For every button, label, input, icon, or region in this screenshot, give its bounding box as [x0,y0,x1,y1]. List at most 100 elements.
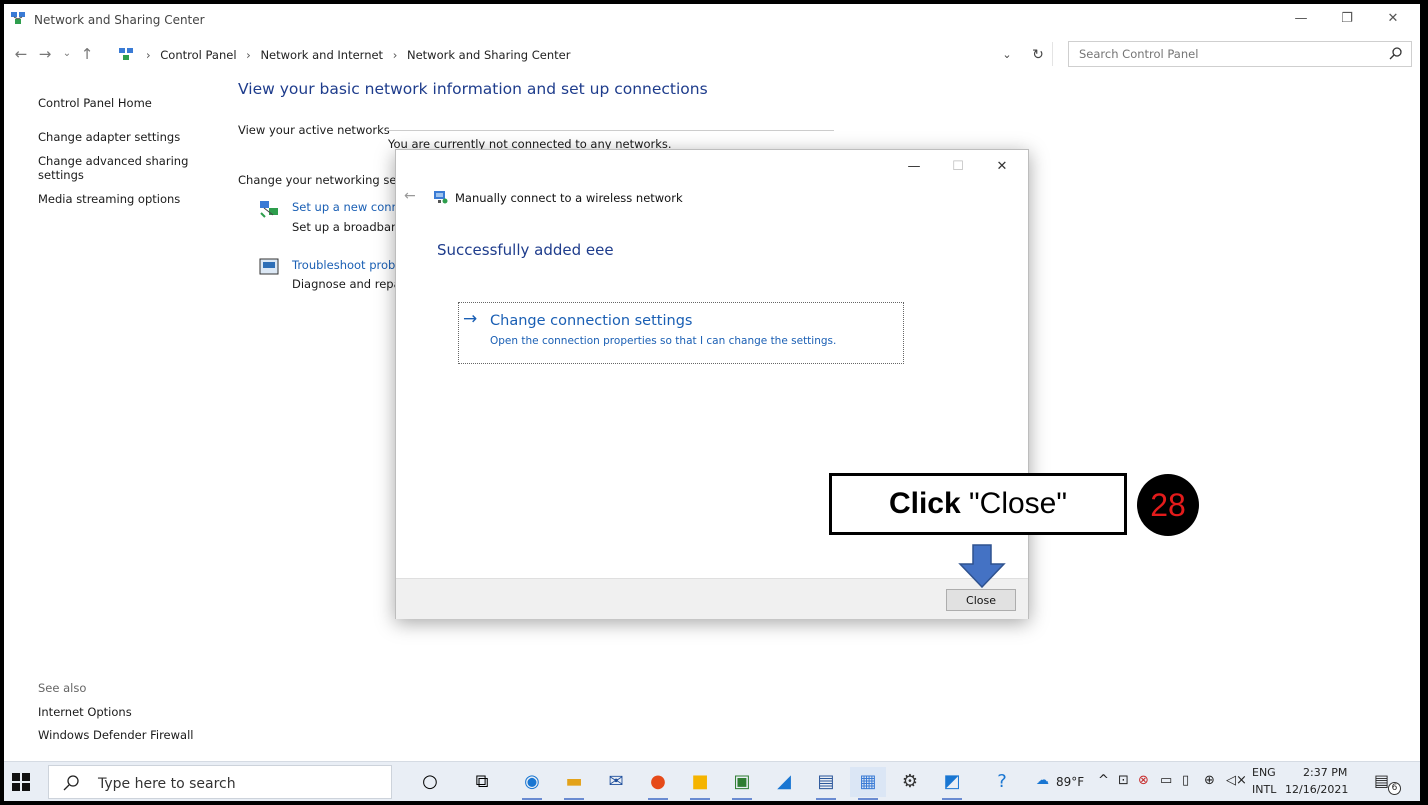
breadcrumb-separator-icon: › [246,48,251,62]
back-arrow-icon[interactable]: ← [12,44,30,64]
troubleshoot-icon [259,258,279,275]
volume-muted-icon[interactable]: ◁× [1226,773,1247,788]
word-icon[interactable]: ▤ [808,767,844,800]
page-title: View your basic network information and … [238,80,708,98]
network-center-icon [11,12,25,24]
dialog-close-x-button[interactable]: ✕ [980,154,1024,180]
display-icon[interactable]: ▭ [1160,773,1172,788]
restore-button[interactable]: ❐ [1324,4,1370,34]
dialog-title: Manually connect to a wireless network [455,191,683,205]
troubleshoot-problems-desc: Diagnose and repa [292,277,401,291]
mail-icon[interactable]: ✉ [598,767,634,797]
settings-gear-icon[interactable]: ⚙ [892,767,928,797]
close-button[interactable]: Close [946,589,1016,611]
windows-defender-firewall-link[interactable]: Windows Defender Firewall [38,728,193,742]
breadcrumb-separator-icon: › [146,48,151,62]
running-indicator [690,798,710,800]
address-dropdown-icon[interactable]: ⌄ [998,46,1016,64]
running-indicator [732,798,752,800]
weather-icon[interactable]: ☁ [1036,773,1049,788]
battery-icon[interactable]: ▯ [1182,773,1189,788]
breadcrumb-network-and-internet[interactable]: Network and Internet [260,48,383,62]
dialog-back-arrow-icon[interactable]: ← [404,188,416,204]
refresh-icon[interactable]: ↻ [1028,46,1048,64]
search-icon [63,775,79,791]
sublime-text-icon[interactable]: ■ [682,767,718,800]
running-indicator [858,798,878,800]
photos-icon[interactable]: ◩ [934,767,970,800]
edge-icon[interactable]: ◉ [514,767,550,800]
taskbar-search-box[interactable]: Type here to search [48,765,392,799]
breadcrumb: › Control Panel › Network and Internet ›… [140,48,570,62]
notification-center-icon[interactable]: ▤ [1374,771,1389,790]
address-bar: ← → ⌄ ↑ › Control Panel › Network and In… [4,38,1420,70]
arrow-right-icon: → [463,309,478,329]
media-streaming-options-link[interactable]: Media streaming options [38,192,180,206]
change-networking-settings-label: Change your networking sett [238,173,406,187]
cortana-icon[interactable]: ○ [412,767,448,797]
notification-count-badge: 6 [1388,782,1401,795]
windows-start-icon[interactable] [10,771,32,793]
change-advanced-sharing-link[interactable]: Change advanced sharing settings [38,154,208,182]
close-window-button[interactable]: ✕ [1370,4,1416,34]
language-bottom[interactable]: INTL [1252,783,1276,796]
taskbar: Type here to search ○ ⧉ ◉ ▬ ✉ ● ■ ▣ ◢ ▤ … [4,761,1420,801]
running-indicator [942,798,962,800]
wireless-network-icon [434,191,448,204]
dialog-footer: Close [396,578,1028,619]
section-divider [386,130,834,131]
running-indicator [816,798,836,800]
search-input[interactable] [1069,42,1369,66]
language-top[interactable]: ENG [1252,766,1276,779]
wireless-network-dialog: — ☐ ✕ ← Manually connect to a wireless n… [395,149,1029,619]
security-alert-icon[interactable]: ⊗ [1138,773,1149,788]
see-also-label: See also [38,681,87,695]
screen: Network and Sharing Center — ❐ ✕ ← → ⌄ ↑… [4,4,1420,801]
control-panel-home-link[interactable]: Control Panel Home [38,96,152,110]
step-number-badge: 28 [1137,474,1199,536]
breadcrumb-separator-icon: › [392,48,398,62]
show-hidden-icons-chevron-icon[interactable]: ^ [1098,773,1109,788]
clock-time[interactable]: 2:37 PM [1303,766,1347,779]
help-icon[interactable]: ? [984,767,1020,797]
recent-locations-chevron-icon[interactable]: ⌄ [58,44,76,64]
meet-now-icon[interactable]: ⊡ [1118,773,1129,788]
search-icon[interactable] [1389,46,1403,60]
control-panel-taskbar-icon[interactable]: ▦ [850,767,886,800]
dialog-maximize-button: ☐ [952,159,964,174]
command-link-description: Open the connection properties so that I… [490,335,837,347]
window-title: Network and Sharing Center [34,13,205,27]
file-explorer-icon[interactable]: ▬ [556,767,592,800]
new-connection-icon [260,201,278,218]
instruction-callout: Click "Close" [829,473,1127,535]
success-message: Successfully added eee [437,241,614,259]
callout-action: Click [888,487,961,520]
search-box[interactable] [1068,41,1412,67]
minimize-button[interactable]: — [1278,4,1324,34]
task-view-icon[interactable]: ⧉ [464,767,500,797]
command-link-title[interactable]: Change connection settings [490,313,692,329]
set-up-new-connection-link[interactable]: Set up a new conn [292,200,399,214]
change-connection-settings-link[interactable]: → Change connection settings Open the co… [458,302,904,364]
pen-tool-icon[interactable]: ◢ [766,767,802,797]
internet-options-link[interactable]: Internet Options [38,705,132,719]
active-networks-label: View your active networks [238,123,390,137]
breadcrumb-control-panel[interactable]: Control Panel [160,48,236,62]
clock-date[interactable]: 12/16/2021 [1285,783,1348,796]
chrome-icon[interactable]: ● [640,767,676,800]
address-divider [1052,42,1053,66]
running-indicator [564,798,584,800]
running-indicator [648,798,668,800]
breadcrumb-network-and-sharing-center[interactable]: Network and Sharing Center [407,48,570,62]
network-globe-icon[interactable]: ⊕ [1204,773,1215,788]
weather-temperature[interactable]: 89°F [1056,775,1084,789]
dialog-minimize-button[interactable]: — [892,154,936,180]
pointer-arrow-icon [958,544,1006,588]
set-up-new-connection-desc: Set up a broadband [292,220,406,234]
up-arrow-icon[interactable]: ↑ [78,44,96,64]
troubleshoot-problems-link[interactable]: Troubleshoot probl [292,258,399,272]
forward-arrow-icon[interactable]: → [36,44,54,64]
vpn-lock-icon[interactable]: ▣ [724,767,760,800]
change-adapter-settings-link[interactable]: Change adapter settings [38,130,180,144]
taskbar-search-placeholder: Type here to search [98,776,236,792]
